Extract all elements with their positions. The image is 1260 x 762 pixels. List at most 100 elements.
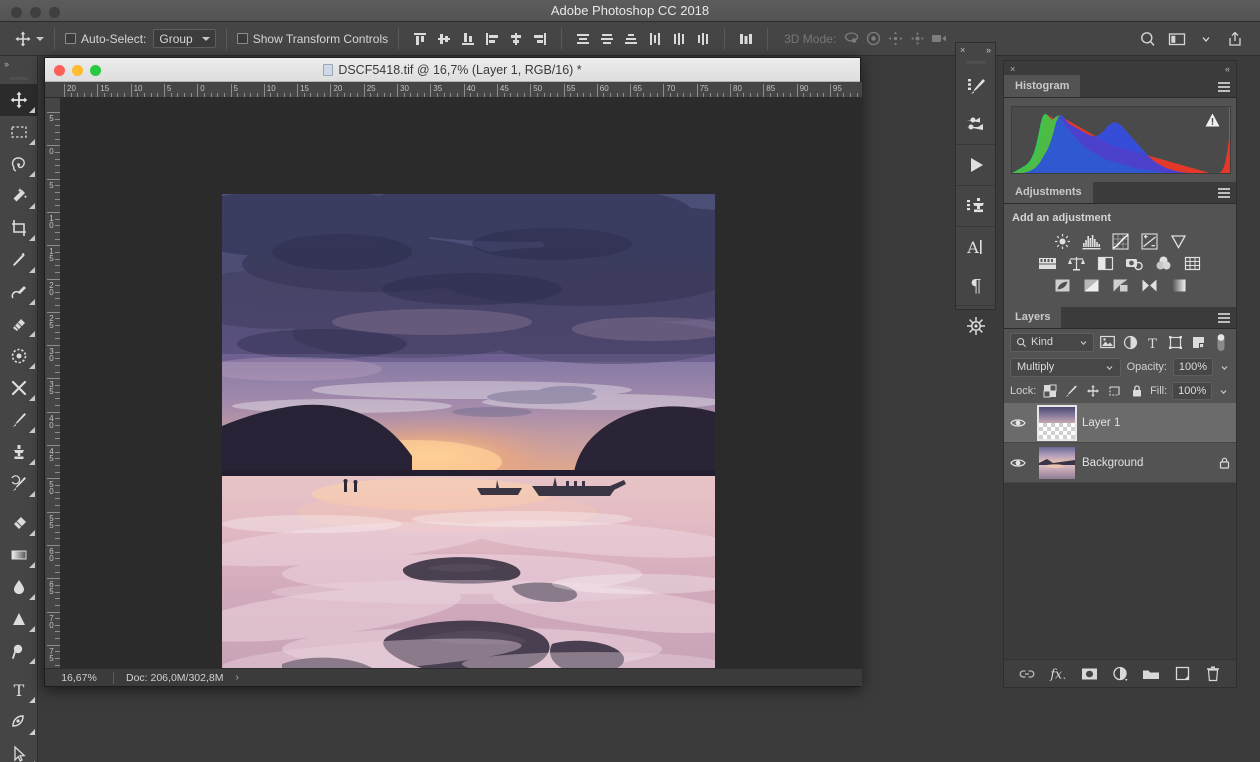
distribute-vertical-centers-button[interactable] xyxy=(596,28,618,50)
lock-all-icon[interactable] xyxy=(1128,383,1145,400)
distribute-left-edges-button[interactable] xyxy=(644,28,666,50)
toolbar-collapse-button[interactable]: » xyxy=(0,56,37,72)
path-selection-tool[interactable] xyxy=(0,738,38,762)
histogram-panel-menu-icon[interactable] xyxy=(1218,82,1230,92)
selective-color-icon[interactable] xyxy=(1139,276,1160,295)
align-right-edges-button[interactable] xyxy=(529,28,551,50)
brush-tool[interactable] xyxy=(0,404,38,436)
history-brush-tool[interactable] xyxy=(0,468,38,500)
new-adjustment-layer-icon[interactable] xyxy=(1111,665,1129,683)
3d-panel-icon[interactable] xyxy=(956,307,995,345)
invert-icon[interactable] xyxy=(1052,276,1073,295)
filter-type-icon[interactable]: T xyxy=(1143,333,1162,352)
orbit-3d-icon[interactable] xyxy=(840,28,862,50)
fill-stepper-chevron-icon[interactable] xyxy=(1217,382,1230,400)
color-lookup-icon[interactable] xyxy=(1182,254,1203,273)
vibrance-icon[interactable] xyxy=(1168,232,1189,251)
vertical-ruler[interactable]: 505101520253035404550556065707580 xyxy=(45,98,61,670)
auto-select-checkbox[interactable]: Auto-Select: xyxy=(65,32,146,46)
blur-tool[interactable] xyxy=(0,571,38,603)
lock-position-icon[interactable] xyxy=(1085,383,1102,400)
new-layer-icon[interactable] xyxy=(1173,665,1191,683)
brightness-contrast-icon[interactable] xyxy=(1052,232,1073,251)
opacity-stepper-chevron-icon[interactable] xyxy=(1219,358,1230,376)
photo-filter-icon[interactable] xyxy=(1124,254,1145,273)
layer-thumbnail-cell[interactable] xyxy=(1032,404,1082,441)
eyedropper-tool[interactable] xyxy=(0,244,38,276)
layers-panel-menu-icon[interactable] xyxy=(1218,313,1230,323)
layer-visibility-toggle[interactable] xyxy=(1004,457,1032,469)
fill-value-field[interactable]: 100% xyxy=(1172,382,1213,400)
blend-mode-dropdown[interactable]: Multiply xyxy=(1010,357,1121,377)
distribute-right-edges-button[interactable] xyxy=(692,28,714,50)
mini-dock-grip[interactable] xyxy=(956,57,995,67)
link-layers-icon[interactable] xyxy=(1018,665,1036,683)
slide-3d-icon[interactable] xyxy=(906,28,928,50)
table-row[interactable]: Background xyxy=(1004,443,1236,483)
lock-transparent-pixels-icon[interactable] xyxy=(1041,383,1058,400)
auto-select-scope-dropdown[interactable]: Group xyxy=(153,29,216,48)
filter-pixel-icon[interactable] xyxy=(1098,333,1117,352)
posterize-icon[interactable] xyxy=(1081,276,1102,295)
lasso-tool[interactable] xyxy=(0,148,38,180)
black-white-icon[interactable] xyxy=(1095,254,1116,273)
new-group-icon[interactable] xyxy=(1142,665,1160,683)
burn-tool[interactable] xyxy=(0,635,38,667)
clone-source-icon[interactable] xyxy=(956,187,995,225)
panel-dock-collapse-icon[interactable]: « xyxy=(1225,64,1230,74)
align-vertical-centers-button[interactable] xyxy=(433,28,455,50)
add-layer-mask-icon[interactable] xyxy=(1080,665,1098,683)
layer-name[interactable]: Layer 1 xyxy=(1082,417,1212,429)
clone-stamp-tool[interactable] xyxy=(0,436,38,468)
show-transform-controls-checkbox[interactable]: Show Transform Controls xyxy=(236,32,388,46)
layer-thumbnail-cell[interactable] xyxy=(1032,446,1082,479)
current-tool-preset[interactable] xyxy=(14,30,44,48)
curves-icon[interactable] xyxy=(1110,232,1131,251)
spot-healing-brush-tool[interactable] xyxy=(0,276,38,308)
adjustments-panel-menu-icon[interactable] xyxy=(1218,188,1230,198)
filter-shape-icon[interactable] xyxy=(1166,333,1185,352)
gradient-map-icon[interactable] xyxy=(1168,276,1189,295)
pen-tool[interactable] xyxy=(0,706,38,738)
layer-style-fx-icon[interactable]: fx xyxy=(1049,665,1067,683)
delete-layer-icon[interactable] xyxy=(1204,665,1222,683)
lock-artboard-nesting-icon[interactable] xyxy=(1107,383,1124,400)
exposure-icon[interactable] xyxy=(1139,232,1160,251)
layer-visibility-toggle[interactable] xyxy=(1004,417,1032,429)
toolbar-drag-grip[interactable] xyxy=(0,72,37,84)
layer-filter-kind-dropdown[interactable]: Kind xyxy=(1010,332,1094,352)
character-panel-icon[interactable]: A xyxy=(956,228,995,266)
distribute-horizontal-centers-button[interactable] xyxy=(668,28,690,50)
opacity-value-field[interactable]: 100% xyxy=(1172,358,1213,376)
eraser-tool[interactable] xyxy=(0,507,38,539)
table-row[interactable]: Layer 1 xyxy=(1004,403,1236,443)
align-left-edges-button[interactable] xyxy=(481,28,503,50)
crop-tool[interactable] xyxy=(0,212,38,244)
roll-3d-icon[interactable] xyxy=(862,28,884,50)
panel-dock-close-icon[interactable]: × xyxy=(1010,64,1015,74)
tab-histogram[interactable]: Histogram xyxy=(1004,75,1081,97)
rectangular-marquee-tool[interactable] xyxy=(0,116,38,148)
pan-3d-icon[interactable] xyxy=(884,28,906,50)
brush-settings-icon[interactable] xyxy=(956,105,995,143)
paragraph-panel-icon[interactable]: ¶ xyxy=(956,266,995,304)
tool-preset-chevron-icon[interactable] xyxy=(36,36,44,41)
brush-presets-icon[interactable] xyxy=(956,67,995,105)
tab-adjustments[interactable]: Adjustments xyxy=(1004,181,1093,203)
show-transform-checkbox-box[interactable] xyxy=(236,33,248,44)
type-tool[interactable]: T xyxy=(0,674,38,706)
camera-3d-icon[interactable] xyxy=(928,28,950,50)
levels-icon[interactable] xyxy=(1081,232,1102,251)
chevron-down-icon[interactable] xyxy=(1193,27,1219,51)
lock-image-pixels-icon[interactable] xyxy=(1063,383,1080,400)
tab-layers[interactable]: Layers xyxy=(1004,306,1062,328)
align-distribute-more-button[interactable] xyxy=(735,28,757,50)
channel-mixer-icon[interactable] xyxy=(1153,254,1174,273)
canvas-area[interactable] xyxy=(61,98,861,670)
filter-adjustment-icon[interactable] xyxy=(1121,333,1140,352)
document-title-bar[interactable]: DSCF5418.tif @ 16,7% (Layer 1, RGB/16) * xyxy=(45,58,860,82)
workspace-icon[interactable] xyxy=(1164,27,1190,51)
cached-data-warning-icon[interactable] xyxy=(1205,113,1220,127)
patch-tool[interactable] xyxy=(0,308,38,340)
align-top-edges-button[interactable] xyxy=(409,28,431,50)
